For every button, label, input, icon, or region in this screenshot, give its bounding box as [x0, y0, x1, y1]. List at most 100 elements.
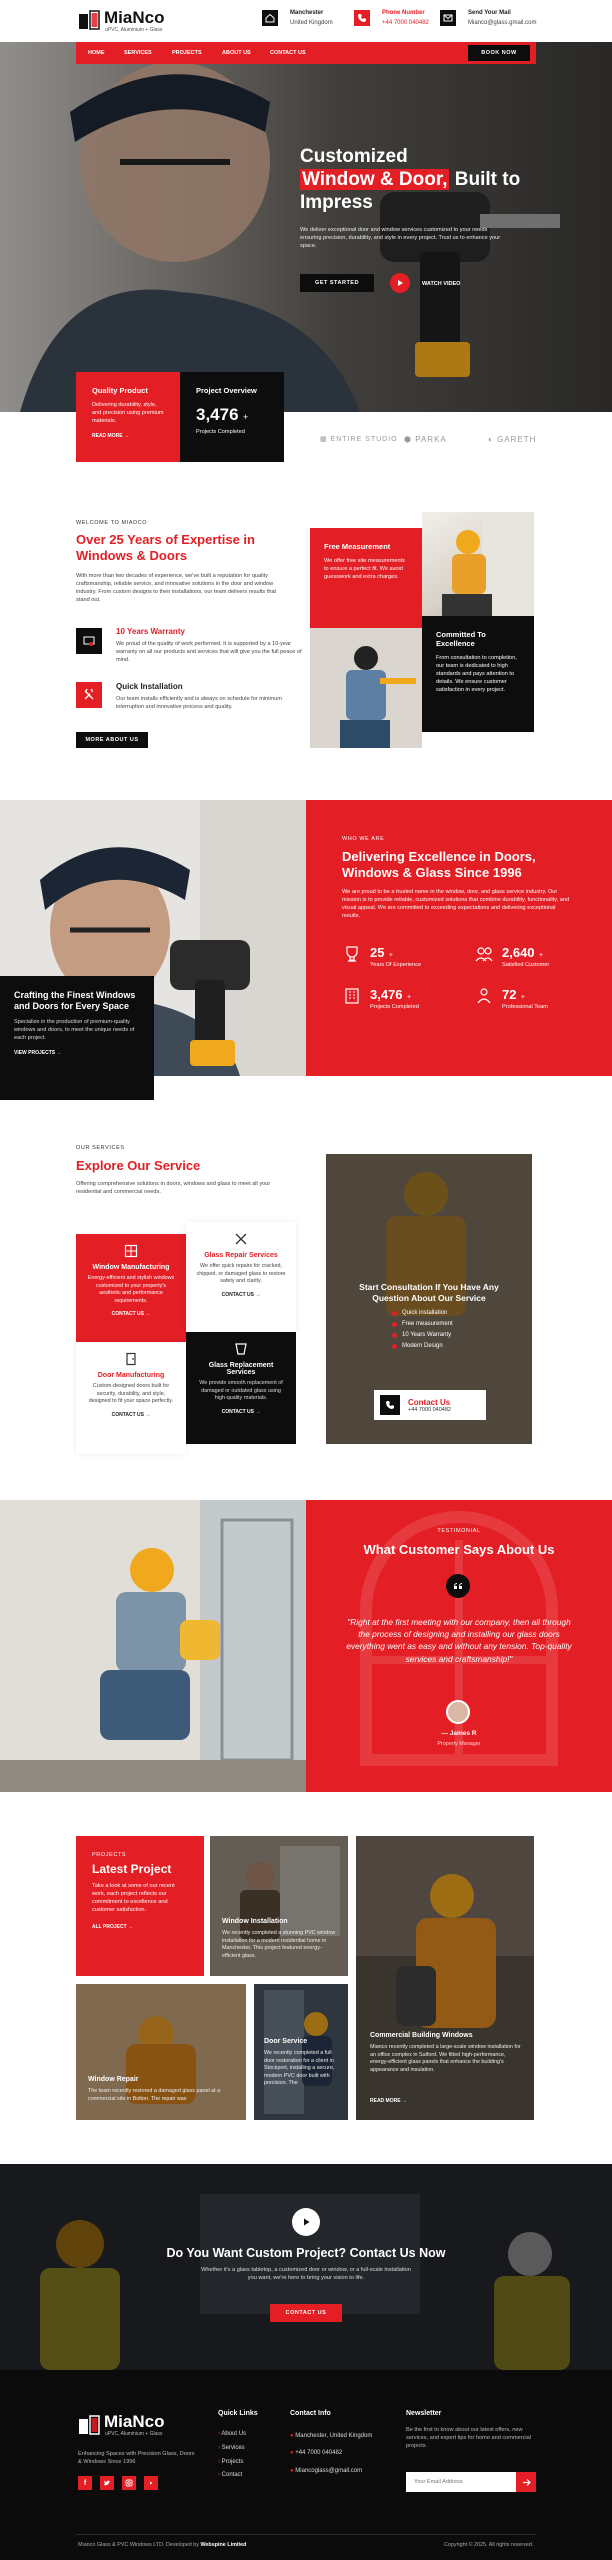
footer-logo-mark	[78, 2414, 100, 2436]
services-text: Offering comprehensive solutions in door…	[76, 1181, 271, 1196]
nav-home[interactable]: HOME	[88, 50, 105, 56]
service-card-door[interactable]: Door Manufacturing Custom-designed doors…	[76, 1342, 186, 1454]
testimonial-eyebrow: TESTIMONIAL	[437, 1528, 481, 1534]
footer: MiaNco uPVC, Aluminium + Glass Enhancing…	[0, 2370, 612, 2560]
partner-logo-3: ◐ GARETH	[488, 435, 537, 444]
stat-team: 72 + Professional Team	[474, 986, 606, 1010]
measurement-text: We offer free site measurements to ensur…	[324, 558, 405, 581]
overview-title: Project Overview	[196, 386, 257, 395]
committed-text: From consultation to completion, our tea…	[436, 655, 517, 694]
warranty-icon-box	[76, 628, 102, 654]
about-title: Over 25 Years of Expertise in Windows & …	[76, 532, 255, 563]
cta-contact-button[interactable]: CONTACT US	[270, 2304, 342, 2322]
logo-mark	[78, 9, 100, 31]
committed-title: Committed To Excellence	[436, 630, 486, 648]
nav-services[interactable]: SERVICES	[124, 50, 152, 56]
team-icon	[477, 988, 491, 1004]
quality-read-more[interactable]: READ MORE →	[92, 433, 164, 439]
view-projects-link[interactable]: VIEW PROJECTS →	[14, 1050, 140, 1056]
nav-contact[interactable]: CONTACT US	[270, 50, 306, 56]
service-card-glass-repair[interactable]: Glass Repair Services We offer quick rep…	[186, 1222, 296, 1332]
play-video-button[interactable]	[390, 273, 410, 293]
logo-name[interactable]: MiaNco	[104, 8, 164, 28]
nav-projects[interactable]: PROJECTS	[172, 50, 202, 56]
door-icon	[126, 1352, 136, 1366]
footer-link-services[interactable]: › Services	[218, 2442, 246, 2456]
footer-logo-name[interactable]: MiaNco	[104, 2412, 164, 2432]
service-card-window[interactable]: Window Manufacturing Energy-efficient an…	[76, 1234, 186, 1342]
warranty-text: We proud of the quality of work performe…	[116, 641, 302, 664]
consult-point: Free measurement	[392, 1321, 453, 1327]
quality-text: Delivering durability, style, and precis…	[92, 402, 164, 425]
cta-play-button[interactable]	[292, 2208, 320, 2236]
newsletter-title: Newsletter	[406, 2410, 442, 2417]
service-card-glass-replacement[interactable]: Glass Replacement Services We provide sm…	[186, 1332, 296, 1444]
location-pin-icon: ●	[290, 2433, 294, 2439]
testimonial-quote: "Right at the first meeting with our com…	[346, 1617, 572, 1664]
nav-about[interactable]: ABOUT US	[222, 50, 251, 56]
quick-links-list: › About Us › Services › Projects › Conta…	[218, 2428, 246, 2483]
certificate-icon	[83, 636, 95, 646]
location-sub: United Kingdom	[290, 20, 333, 26]
stat-projects: 3,476 + Projects Completed	[342, 986, 474, 1010]
hero-title: Customized Window & Door, Built to Impre…	[300, 146, 520, 214]
customer-name: — James R	[441, 1730, 477, 1737]
get-started-button[interactable]: GET STARTED	[300, 274, 374, 292]
consult-point: Modern Design	[392, 1343, 453, 1349]
mail-address[interactable]: Mianco@glass.gmail.com	[468, 20, 536, 26]
developer-link[interactable]: Webspine Limited	[200, 2542, 246, 2548]
newsletter-email-input[interactable]	[406, 2472, 516, 2492]
contact-us-phone: +44 7000 040482	[408, 1406, 451, 1413]
project-card-window-installation[interactable]: Window Installation We recently complete…	[210, 1836, 348, 1976]
footer-link-contact[interactable]: › Contact	[218, 2469, 246, 2483]
mail-title: Send Your Mail	[468, 10, 511, 16]
footer-link-projects[interactable]: › Projects	[218, 2456, 246, 2470]
tools-icon	[235, 1233, 247, 1245]
services-eyebrow: OUR SERVICES	[76, 1145, 125, 1151]
contact-us-card[interactable]: Contact Us +44 7000 040482	[374, 1390, 486, 1420]
customer-role: Property Manager	[437, 1741, 481, 1747]
project-card-commercial[interactable]: Commercial Building Windows Mianco recen…	[356, 1836, 534, 2120]
footer-address: ● Manchester, United Kingdom	[290, 2433, 373, 2439]
excellence-title: Delivering Excellence in Doors, Windows …	[342, 849, 536, 880]
consult-point: 10 Years Warranty	[392, 1332, 453, 1338]
excellence-eyebrow: WHO WE ARE	[342, 836, 385, 842]
more-about-button[interactable]: MORE ABOUT US	[76, 732, 148, 748]
all-projects-link[interactable]: ALL PROJECT →	[92, 1924, 188, 1930]
newsletter-submit-button[interactable]	[516, 2472, 536, 2492]
contact-info-list: ● Manchester, United Kingdom ● +44 7000 …	[290, 2428, 372, 2480]
read-more-link[interactable]: READ MORE →	[370, 2098, 407, 2104]
main-nav: HOME SERVICES PROJECTS ABOUT US CONTACT …	[76, 42, 536, 64]
facebook-icon[interactable]: f	[78, 2476, 92, 2490]
twitter-icon[interactable]	[100, 2476, 114, 2490]
measurement-title: Free Measurement	[324, 542, 391, 551]
book-now-button[interactable]: BOOK NOW	[468, 45, 530, 61]
partner-logo-2: ⬢ PARKA	[404, 435, 447, 444]
location-chip	[262, 10, 278, 26]
logo-tagline: uPVC, Aluminium + Glass	[105, 27, 163, 33]
location-title: Manchester	[290, 10, 324, 16]
projects-text: Take a look at some of our recent work, …	[92, 1883, 175, 1914]
partner-logo-1: ▦ ENTIRE STUDIO	[320, 436, 398, 443]
quote-badge	[446, 1574, 470, 1598]
footer-email[interactable]: ● Miancoglass@gmail.com	[290, 2463, 372, 2480]
footer-phone[interactable]: ● +44 7000 040482	[290, 2445, 372, 2462]
watch-video-link[interactable]: WATCH VIDEO	[422, 281, 460, 287]
instagram-icon[interactable]	[122, 2476, 136, 2490]
excellence-text: We are proud to be a trusted name in the…	[342, 889, 570, 920]
consult-points: Quick installation Free measurement 10 Y…	[392, 1310, 453, 1354]
footer-link-about[interactable]: › About Us	[218, 2428, 246, 2442]
project-card-door-service[interactable]: Door Service We recently completed a ful…	[254, 1984, 348, 2120]
hero-title-line1: Customized	[300, 146, 408, 167]
hero-title-rest: Built to	[449, 168, 521, 190]
stat-customers: 2,640 + Satisfied Customer	[474, 944, 606, 968]
about-text: With more than two decades of experience…	[76, 573, 277, 604]
crafting-card: Crafting the Finest Windows and Doors fo…	[0, 976, 154, 1100]
services-title: Explore Our Service	[76, 1158, 201, 1173]
stats-grid: 25 + Years Of Experience 2,640 + Satisfied…	[342, 944, 606, 1010]
projects-intro-card: PROJECTS Latest Project Take a look at s…	[76, 1836, 204, 1976]
project-card-window-repair[interactable]: Window Repair The team recently restored…	[76, 1984, 246, 2120]
youtube-icon[interactable]	[144, 2476, 158, 2490]
phone-number[interactable]: +44 7000 040482	[382, 20, 429, 26]
overview-plus: +	[243, 412, 249, 422]
